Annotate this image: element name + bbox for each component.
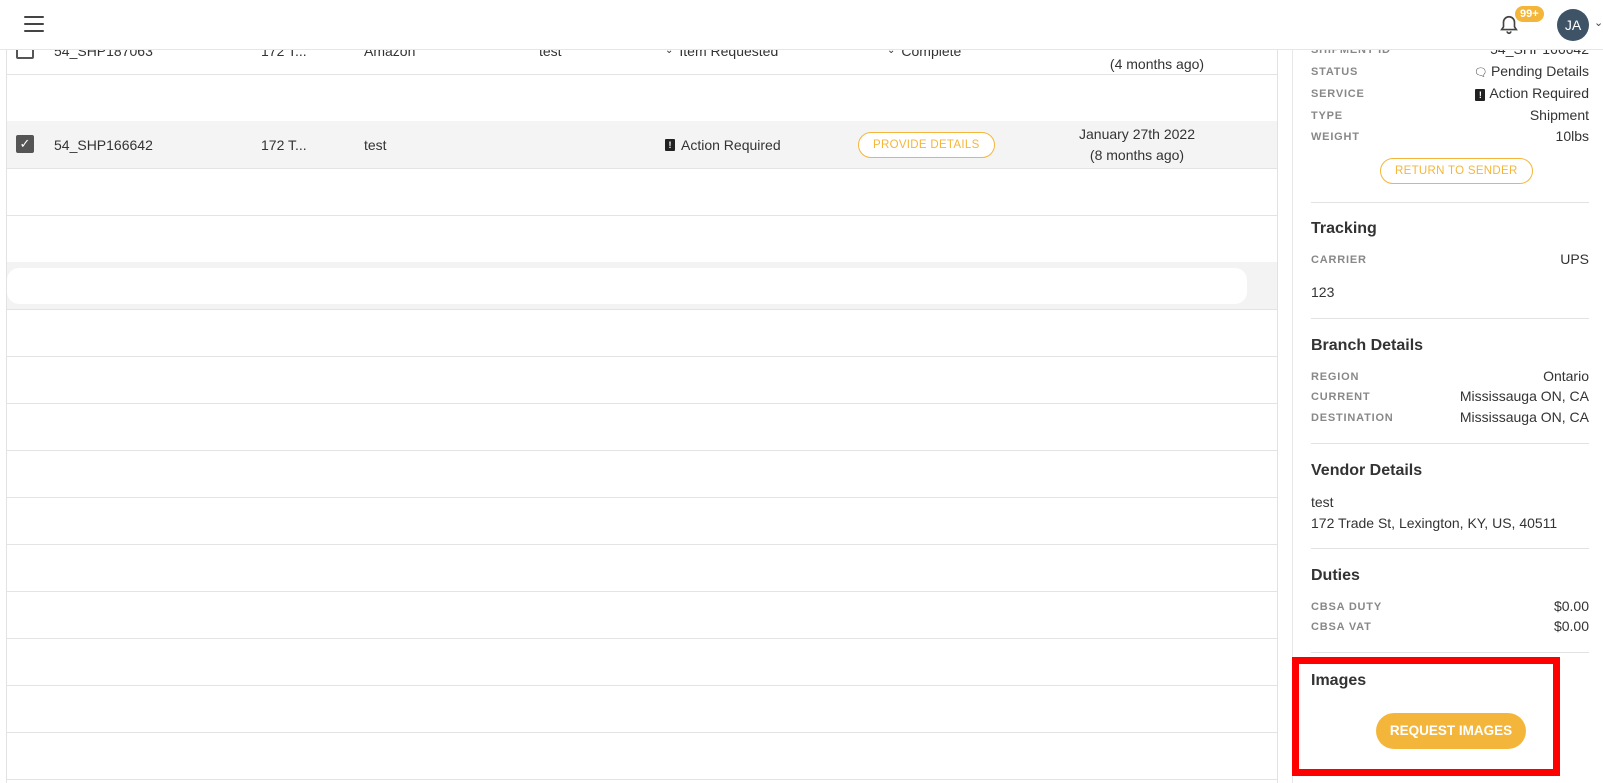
carrier-row: CARRIER UPS — [1311, 251, 1589, 271]
destination-value: Mississauga ON, CA — [1459, 409, 1589, 425]
type-value: Shipment — [1529, 107, 1589, 123]
avatar[interactable]: JA — [1557, 9, 1589, 41]
date-relative: (4 months ago) — [1109, 55, 1205, 72]
service-label: SERVICE — [1311, 88, 1365, 100]
cbsa-vat-value: $0.00 — [1553, 618, 1589, 634]
top-bar: 99+ JA ⌄ — [0, 0, 1603, 50]
divider — [1311, 548, 1589, 549]
service-cell: ! Action Required — [665, 121, 781, 168]
vendor-details-heading: Vendor Details — [1311, 462, 1423, 479]
weight-value: 10lbs — [1555, 128, 1589, 144]
vendor-name: test — [1311, 494, 1334, 510]
service-value: ! Action Required — [1475, 85, 1589, 101]
menu-icon[interactable] — [24, 16, 44, 32]
destination-label: DESTINATION — [1311, 412, 1394, 424]
divider — [1311, 202, 1589, 203]
table-row — [7, 262, 1277, 310]
date-absolute: January 27th 2022 — [1079, 125, 1195, 142]
status-row: STATUS 🗨 Pending Details — [1311, 63, 1589, 83]
duties-heading: Duties — [1311, 567, 1360, 584]
table-row — [7, 168, 1277, 216]
comment-icon: 🗨 — [1473, 67, 1491, 79]
chevron-down-icon[interactable]: ⌄ — [1594, 16, 1603, 29]
status-text: Pending Details — [1490, 63, 1589, 79]
status-label: Complete — [901, 50, 962, 59]
table-row — [7, 403, 1277, 451]
region-label: REGION — [1311, 371, 1360, 383]
status-value: 🗨 Pending Details — [1474, 63, 1589, 79]
address-cell: 172 T... — [261, 136, 307, 153]
tracking-heading: Tracking — [1311, 220, 1377, 237]
cbsa-duty-value: $0.00 — [1553, 598, 1589, 614]
weight-row: WEIGHT 10lbs — [1311, 128, 1589, 148]
vendor-cell: Amazon — [364, 50, 416, 59]
row-checkbox[interactable] — [16, 50, 34, 59]
tracking-number[interactable]: 123 — [1311, 284, 1334, 300]
service-label: Item Requested — [679, 50, 779, 59]
type-label: TYPE — [1311, 110, 1343, 122]
divider — [1311, 443, 1589, 444]
region-row: REGION Ontario — [1311, 368, 1589, 388]
status-label: STATUS — [1311, 66, 1359, 78]
address-cell: 172 T... — [261, 50, 307, 59]
cbsa-vat-label: CBSA VAT — [1311, 621, 1372, 633]
service-row: SERVICE ! Action Required — [1311, 85, 1589, 105]
shipment-id-cell: 54_SHP166642 — [54, 136, 153, 153]
table-row — [7, 356, 1277, 404]
table-row — [7, 732, 1277, 780]
cbsa-duty-label: CBSA DUTY — [1311, 601, 1382, 613]
action-cell: PROVIDE DETAILS — [858, 121, 995, 168]
current-branch-row: CURRENT Mississauga ON, CA — [1311, 388, 1589, 408]
table-row[interactable]: ✓ 54_SHP166642 172 T... test ! Action Re… — [7, 121, 1277, 169]
chevron-down-icon: ⌄ — [665, 50, 674, 56]
images-heading: Images — [1311, 672, 1367, 689]
table-row — [7, 309, 1277, 357]
row-checkbox[interactable]: ✓ — [16, 135, 34, 153]
return-to-sender-wrap: RETURN TO SENDER — [1380, 158, 1533, 184]
provide-details-button[interactable]: PROVIDE DETAILS — [858, 131, 995, 158]
table-row — [7, 497, 1277, 545]
clipboard-alert-icon: ! — [1475, 89, 1486, 101]
table-row — [7, 544, 1277, 592]
divider — [1311, 652, 1589, 653]
name-cell: test — [539, 50, 562, 59]
carrier-value: UPS — [1560, 251, 1589, 267]
weight-label: WEIGHT — [1311, 131, 1360, 143]
region-value: Ontario — [1543, 368, 1589, 384]
table-row — [7, 591, 1277, 639]
carrier-label: CARRIER — [1311, 254, 1367, 266]
current-label: CURRENT — [1311, 391, 1371, 403]
date-relative: (8 months ago) — [1089, 146, 1185, 163]
table-row — [7, 685, 1277, 733]
vendor-address: 172 Trade St, Lexington, KY, US, 40511 — [1311, 515, 1558, 531]
table-row — [7, 74, 1277, 122]
divider — [1311, 318, 1589, 319]
table-row — [7, 450, 1277, 498]
vendor-cell: test — [364, 136, 387, 153]
cbsa-duty-row: CBSA DUTY $0.00 — [1311, 598, 1589, 618]
shipment-id-cell: 54_SHP187063 — [54, 50, 153, 59]
table-row — [7, 638, 1277, 686]
chevron-down-icon: ⌄ — [887, 50, 896, 56]
request-images-button[interactable]: REQUEST IMAGES — [1376, 713, 1526, 749]
branch-details-heading: Branch Details — [1311, 337, 1424, 354]
status-cell: ⌄ Complete — [887, 50, 961, 74]
notification-badge: 99+ — [1515, 6, 1544, 22]
shipment-details-panel: SHIPMENT ID 54_SHP166642 STATUS 🗨 Pendin… — [1292, 41, 1603, 783]
destination-row: DESTINATION Mississauga ON, CA — [1311, 409, 1589, 429]
clipboard-alert-icon: ! — [665, 138, 675, 151]
date-cell: January 27th 2022 (8 months ago) — [1057, 121, 1217, 168]
shipments-table: 54_SHP187063 172 T... Amazon test ⌄ Item… — [6, 50, 1278, 783]
service-label: Action Required — [681, 136, 781, 153]
current-value: Mississauga ON, CA — [1459, 388, 1589, 404]
table-row[interactable]: 54_SHP187063 172 T... Amazon test ⌄ Item… — [7, 50, 1277, 75]
service-text: Action Required — [1489, 85, 1589, 101]
cbsa-vat-row: CBSA VAT $0.00 — [1311, 618, 1589, 638]
table-row — [7, 215, 1277, 263]
type-row: TYPE Shipment — [1311, 107, 1589, 127]
return-to-sender-button[interactable]: RETURN TO SENDER — [1380, 158, 1533, 184]
service-cell: ⌄ Item Requested — [665, 50, 778, 74]
